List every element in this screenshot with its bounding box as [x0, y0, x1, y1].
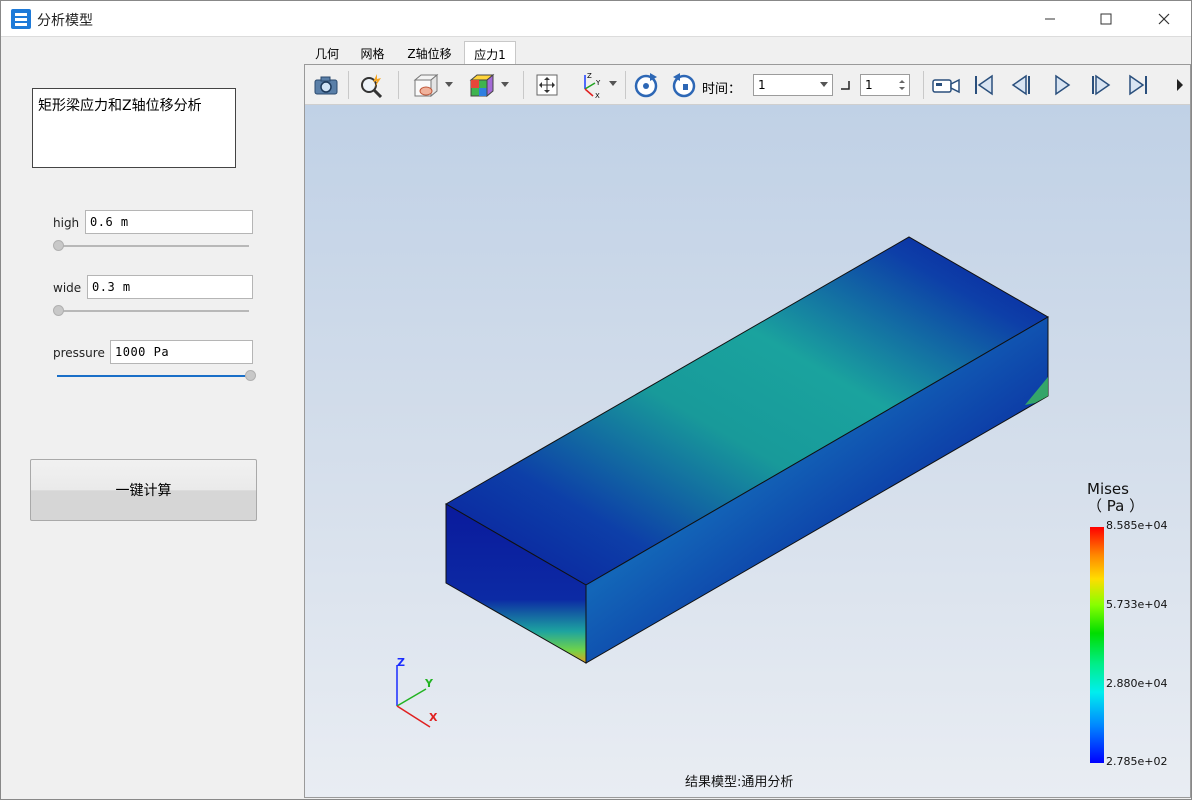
rotate-ccw-icon	[672, 73, 696, 98]
wide-slider-track[interactable]	[57, 310, 249, 312]
last-frame-icon	[1129, 74, 1147, 96]
pressure-input[interactable]: 1000 Pa	[110, 340, 253, 364]
step-forward-icon	[1092, 74, 1111, 96]
high-label: high	[53, 216, 80, 230]
step-spinbox[interactable]: 1	[860, 74, 910, 96]
color-map-button[interactable]	[463, 71, 515, 99]
tab-z-displacement[interactable]: Z轴位移	[395, 41, 464, 64]
wide-label: wide	[53, 281, 82, 295]
close-button[interactable]	[1135, 1, 1192, 37]
maximize-icon	[1100, 13, 1112, 25]
high-input[interactable]: 0.6 m	[85, 210, 253, 234]
legend-title-quantity: Mises	[1087, 480, 1129, 498]
close-icon	[1158, 13, 1170, 25]
pressure-slider-fill	[57, 375, 245, 377]
minimize-icon	[1045, 18, 1055, 20]
last-frame-button[interactable]	[1123, 71, 1153, 99]
rotate-ccw-button[interactable]	[667, 71, 701, 99]
legend-tick-max: 8.585e+04	[1106, 519, 1168, 532]
record-icon	[932, 78, 960, 94]
parameter-panel: 矩形梁应力和Z轴位移分析 high 0.6 m wide 0.3 m press…	[1, 38, 303, 800]
display-mode-icon	[413, 73, 453, 98]
legend-tick-low: 2.880e+04	[1106, 677, 1168, 690]
svg-text:Y: Y	[595, 79, 601, 87]
tab-geometry[interactable]: 几何	[304, 41, 350, 64]
fit-view-button[interactable]	[530, 71, 564, 99]
high-slider-thumb[interactable]	[53, 240, 64, 251]
chevron-down-icon	[820, 82, 828, 87]
minimize-button[interactable]	[1021, 1, 1079, 37]
3d-viewport[interactable]: Z Y X Mises （ Pa ） 8.585e+04 5.733e+04 2…	[305, 105, 1190, 797]
title-bar: 分析模型	[1, 1, 1191, 37]
svg-text:X: X	[595, 92, 600, 99]
step-spinbox-value: 1	[865, 78, 873, 92]
svg-text:Z: Z	[587, 72, 592, 80]
pressure-label: pressure	[53, 346, 105, 360]
zoom-icon	[361, 74, 383, 98]
display-mode-button[interactable]	[405, 71, 457, 99]
legend-title-unit: （ Pa ）	[1087, 497, 1145, 515]
description-box: 矩形梁应力和Z轴位移分析	[32, 88, 236, 168]
axis-x-label: X	[429, 711, 438, 724]
axis-y-label: Y	[424, 677, 434, 690]
step-link-icon	[841, 81, 850, 90]
camera-icon	[314, 76, 338, 95]
legend-color-bar	[1090, 527, 1104, 763]
first-frame-button[interactable]	[969, 71, 999, 99]
app-window: 分析模型 矩形梁应力和Z轴位移分析 high 0.6 m wide 0.3 m …	[0, 0, 1192, 800]
wide-slider-thumb[interactable]	[53, 305, 64, 316]
high-slider-track[interactable]	[57, 245, 249, 247]
calculate-button[interactable]: 一键计算	[30, 459, 257, 521]
axis-z-label: Z	[397, 656, 405, 669]
time-label: 时间：	[702, 82, 742, 97]
chevron-right-icon	[1177, 79, 1183, 91]
model-label: 结果模型:通用分析	[685, 775, 794, 790]
color-cube-icon	[469, 73, 509, 98]
rotate-cw-button[interactable]	[629, 71, 663, 99]
axes-orientation-button[interactable]: ZYX	[573, 71, 623, 99]
rotate-cw-icon	[634, 73, 658, 98]
zoom-button[interactable]	[355, 71, 389, 99]
maximize-button[interactable]	[1077, 1, 1135, 37]
spin-arrows-icon	[899, 80, 905, 90]
step-forward-button[interactable]	[1085, 71, 1115, 99]
wide-input[interactable]: 0.3 m	[87, 275, 253, 299]
screenshot-button[interactable]	[309, 71, 343, 99]
fit-view-icon	[536, 74, 558, 96]
pressure-slider-thumb[interactable]	[245, 370, 256, 381]
beam-model: Z Y X	[396, 236, 1049, 728]
tab-stress[interactable]: 应力1	[464, 41, 516, 64]
window-title: 分析模型	[37, 13, 93, 29]
viewer-toolbar: ZYX 时间： 1 1	[305, 65, 1190, 105]
legend-tick-min: 2.785e+02	[1106, 755, 1168, 768]
legend-title: Mises （ Pa ）	[1087, 481, 1144, 515]
record-button[interactable]	[929, 71, 963, 99]
play-icon	[1055, 74, 1071, 96]
step-back-button[interactable]	[1007, 71, 1037, 99]
time-select[interactable]: 1	[753, 74, 833, 96]
axes-orient-icon: ZYX	[584, 72, 617, 99]
first-frame-icon	[975, 74, 993, 96]
result-viewer: ZYX 时间： 1 1 Z Y X Mises （ Pa ） 8.585e+04…	[304, 64, 1191, 798]
step-back-icon	[1011, 74, 1030, 96]
legend-tick-high: 5.733e+04	[1106, 598, 1168, 611]
app-logo-icon	[11, 9, 31, 29]
time-select-value: 1	[758, 78, 766, 92]
orientation-triad: Z Y X	[396, 656, 438, 728]
tab-mesh[interactable]: 网格	[350, 41, 395, 64]
toolbar-overflow-button[interactable]	[1173, 71, 1187, 99]
play-button[interactable]	[1047, 71, 1077, 99]
